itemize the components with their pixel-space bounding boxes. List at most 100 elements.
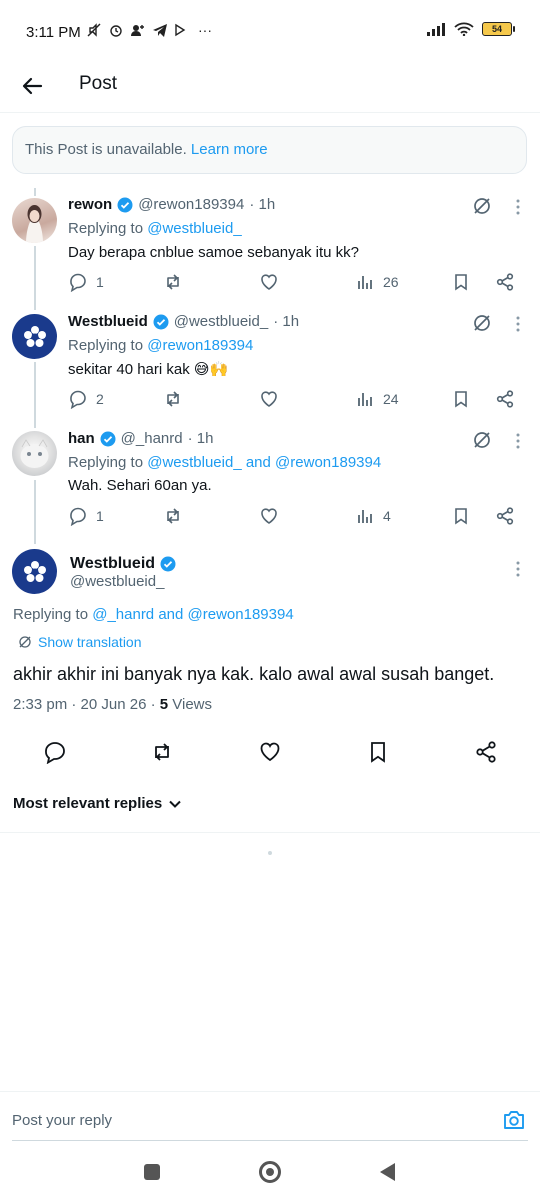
author-handle[interactable]: @rewon189394 — [138, 196, 244, 213]
learn-more-link[interactable]: Learn more — [191, 141, 268, 158]
home-button[interactable] — [259, 1161, 281, 1183]
mention-link[interactable]: @rewon189394 — [188, 606, 294, 623]
repost-button[interactable] — [163, 389, 183, 409]
reply-header: rewon @rewon189394 · 1h — [68, 196, 275, 213]
show-translation-button[interactable]: Show translation — [18, 634, 142, 650]
bookmark-button[interactable] — [451, 506, 471, 526]
loading-indicator — [268, 851, 272, 855]
comment-icon[interactable] — [43, 740, 67, 764]
bookmark-button[interactable] — [451, 272, 471, 292]
verified-badge-icon — [100, 431, 116, 446]
repost-icon[interactable] — [150, 740, 174, 764]
like-button[interactable] — [259, 272, 279, 292]
avatar-westblueid[interactable] — [12, 314, 57, 359]
repost-icon — [167, 391, 179, 407]
status-system-icons: 54 — [426, 22, 515, 36]
view-count: 4 — [383, 508, 391, 524]
main-post-actions — [0, 740, 540, 766]
replying-to: Replying to @westblueid_ and @rewon18939… — [68, 454, 381, 471]
reply-button[interactable]: 1 — [68, 506, 104, 526]
mention-link[interactable]: @westblueid_ — [147, 454, 241, 471]
unavailable-text: This Post is unavailable. — [25, 141, 187, 158]
bookmark-button[interactable] — [451, 389, 471, 409]
more-options-icon[interactable] — [510, 431, 526, 451]
back-button[interactable] — [16, 70, 48, 102]
grok-icon[interactable] — [472, 313, 492, 333]
more-options-icon[interactable] — [510, 197, 526, 217]
status-notification-icons: ··· — [86, 22, 212, 38]
share-button[interactable] — [495, 506, 515, 526]
author-name[interactable]: rewon — [68, 196, 112, 213]
avatar-main-westblueid[interactable] — [12, 549, 57, 594]
reply-count: 1 — [96, 274, 104, 290]
share-button[interactable] — [495, 389, 515, 409]
grok-icon[interactable] — [472, 196, 492, 216]
verified-badge-icon — [153, 314, 169, 329]
replying-and: and — [241, 454, 276, 471]
system-nav-bar — [0, 1146, 540, 1199]
heart-icon[interactable] — [258, 740, 282, 764]
view-count: 26 — [383, 274, 399, 290]
sort-replies-dropdown[interactable]: Most relevant replies — [13, 795, 182, 812]
add-person-icon — [131, 25, 144, 36]
main-post-text: akhir akhir ini banyak nya kak. kalo awa… — [13, 664, 495, 684]
avatar-image — [26, 205, 43, 243]
replying-label: Replying to — [13, 606, 93, 623]
author-name[interactable]: han — [68, 430, 95, 447]
mute-icon — [87, 23, 101, 37]
reply-actions: 1 26 — [68, 272, 528, 296]
avatar-image — [20, 439, 49, 468]
repost-button[interactable] — [163, 272, 183, 292]
flower-logo-icon — [23, 325, 46, 347]
mention-link[interactable]: @rewon189394 — [275, 454, 381, 471]
more-options-icon[interactable] — [510, 314, 526, 334]
author-name[interactable]: Westblueid — [70, 555, 155, 573]
chevron-down-icon — [169, 800, 181, 808]
recents-button[interactable] — [144, 1164, 160, 1180]
replying-to: Replying to @westblueid_ — [68, 220, 242, 237]
mention-link[interactable]: @rewon189394 — [147, 337, 253, 354]
more-options-icon[interactable] — [510, 559, 526, 579]
views-button[interactable]: 4 — [355, 506, 391, 526]
divider — [0, 832, 540, 833]
author-handle[interactable]: @westblueid_ — [174, 313, 268, 330]
alarm-icon — [110, 25, 122, 37]
repost-button[interactable] — [163, 506, 183, 526]
reply-count: 1 — [96, 508, 104, 524]
wifi-icon — [454, 22, 474, 36]
author-handle[interactable]: @_hanrd — [121, 430, 183, 447]
show-translation-label: Show translation — [38, 634, 142, 650]
author-name[interactable]: Westblueid — [68, 313, 148, 330]
like-button[interactable] — [259, 389, 279, 409]
comment-icon — [70, 273, 86, 292]
share-button[interactable] — [495, 272, 515, 292]
heart-icon — [261, 391, 277, 407]
share-icon[interactable] — [474, 740, 498, 764]
camera-icon[interactable] — [502, 1108, 526, 1132]
reply-button[interactable]: 2 — [68, 389, 104, 409]
reply-button[interactable]: 1 — [68, 272, 104, 292]
analytics-icon — [358, 276, 372, 289]
unavailable-post-banner: This Post is unavailable. Learn more — [12, 126, 527, 174]
more-notifications-icon: ··· — [198, 22, 212, 38]
thread-line-3 — [34, 480, 36, 544]
like-button[interactable] — [259, 506, 279, 526]
share-icon — [496, 507, 514, 525]
verified-badge-icon — [160, 556, 176, 572]
arrow-left-icon — [22, 77, 43, 95]
views-button[interactable]: 26 — [355, 272, 399, 292]
replying-to: Replying to @rewon189394 — [68, 337, 253, 354]
reply-header: han @_hanrd · 1h — [68, 430, 213, 447]
grok-icon[interactable] — [472, 430, 492, 450]
avatar-rewon[interactable] — [12, 198, 57, 243]
mention-link[interactable]: @westblueid_ — [147, 220, 241, 237]
avatar-han[interactable] — [12, 431, 57, 476]
system-back-button[interactable] — [380, 1163, 395, 1181]
reply-text: Wah. Sehari 60an ya. — [68, 477, 212, 494]
reply-input[interactable] — [12, 1106, 482, 1134]
mention-link[interactable]: @_hanrd — [92, 606, 154, 623]
flower-logo-icon — [23, 560, 46, 582]
author-handle[interactable]: @westblueid_ — [70, 573, 164, 590]
bookmark-icon[interactable] — [366, 740, 390, 764]
views-button[interactable]: 24 — [355, 389, 399, 409]
